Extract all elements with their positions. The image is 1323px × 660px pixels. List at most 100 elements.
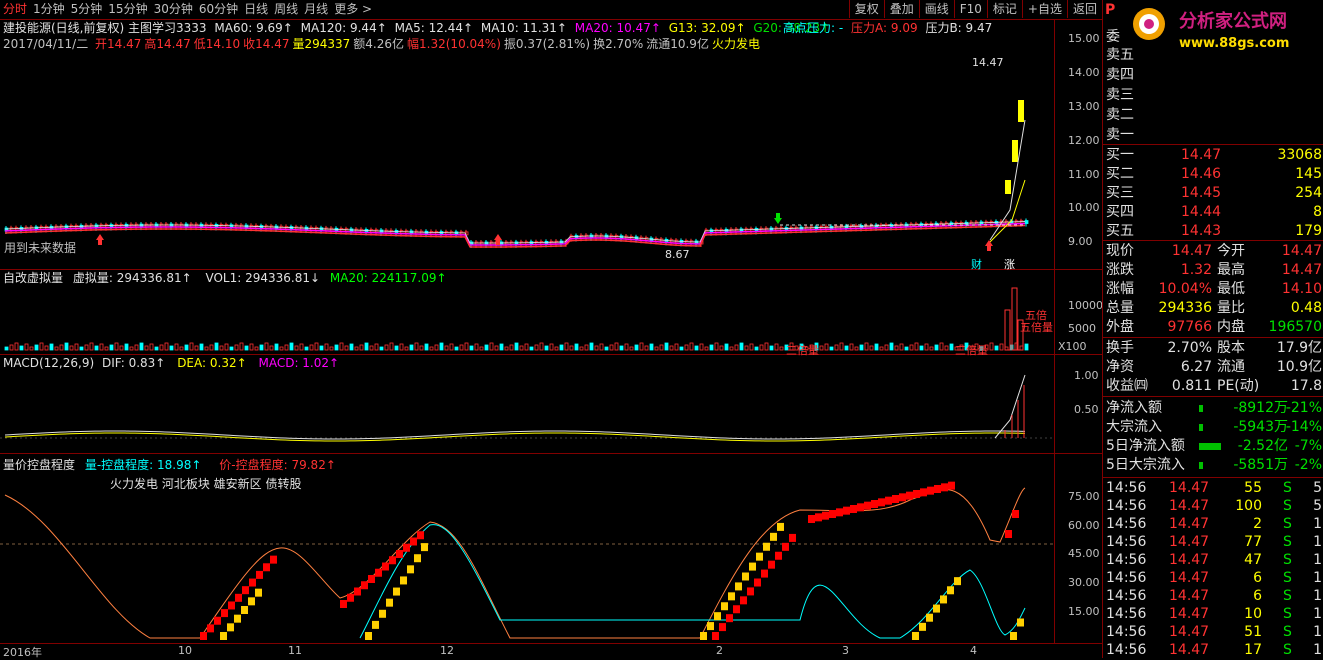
macd-axis-label: 0.50 (1074, 403, 1099, 416)
price-ctrl-block (906, 491, 913, 500)
period-tab-2[interactable]: 5分钟 (68, 0, 106, 19)
price-ctrl-block (214, 616, 221, 625)
tick-count: 1 (1313, 624, 1322, 640)
tick-count: 1 (1313, 588, 1322, 604)
volume-bar (509, 344, 514, 351)
buy-label: 买二 (1106, 166, 1134, 182)
period-tab-4[interactable]: 30分钟 (151, 0, 196, 19)
volume-bar (139, 342, 144, 351)
volume-bar (904, 346, 909, 351)
macd-dea-line (4, 432, 1026, 442)
price-ctrl-block (754, 578, 761, 587)
toolbar-button-4[interactable]: 标记 (986, 0, 1022, 18)
tick-row: 14:56 14.47 55 S 5 (1103, 479, 1323, 498)
rally-candle (1018, 100, 1024, 122)
volume-bar (629, 346, 634, 351)
volume-bar (379, 346, 384, 351)
volume-bar (264, 342, 269, 351)
period-tab-8[interactable]: 月线 (301, 0, 331, 19)
toolbar-button-0[interactable]: 复权 (848, 0, 884, 18)
flow-label: 大宗流入 (1106, 419, 1162, 435)
toolbar-button-2[interactable]: 画线 (918, 0, 954, 18)
flow-percent: -2% (1294, 457, 1322, 473)
flow-label: 净流入额 (1106, 400, 1162, 416)
vol-ctrl-block (940, 595, 947, 604)
period-tab-5[interactable]: 60分钟 (196, 0, 241, 19)
vol-ctrl-block (912, 632, 919, 640)
volume-bar (124, 343, 129, 351)
tick-price: 14.47 (1169, 570, 1210, 586)
price-ctrl-block (249, 578, 256, 587)
volume-bar (474, 343, 479, 351)
volume-bar (469, 345, 474, 351)
volume-bar (864, 342, 869, 351)
period-tab-7[interactable]: 周线 (271, 0, 301, 19)
volume-bar (259, 344, 264, 351)
vol-ctrl-block (255, 588, 262, 597)
sell-label: 卖一 (1106, 127, 1134, 143)
date-axis-label: 2 (716, 644, 723, 657)
stat-label: PE(动) (1217, 378, 1260, 394)
volume-bar (204, 346, 209, 351)
tick-side: S (1283, 606, 1292, 622)
virtual-volume: 虚拟量: 294336.81↑ (72, 271, 192, 285)
volume-bar (314, 342, 319, 351)
price-ctrl-block (857, 503, 864, 512)
tick-time: 14:56 (1106, 534, 1147, 550)
tick-volume: 2 (1253, 516, 1262, 532)
volume-bar (744, 345, 749, 351)
price-ctrl-block (808, 515, 815, 523)
date-axis-label: 11 (288, 644, 302, 657)
volume-bar (849, 343, 854, 351)
period-tab-6[interactable]: 日线 (241, 0, 271, 19)
stat-value: 0.48 (1290, 300, 1322, 316)
buy-price: 14.46 (1181, 166, 1222, 182)
period-tab-3[interactable]: 15分钟 (105, 0, 150, 19)
tick-volume: 51 (1244, 624, 1262, 640)
vol-ctrl-block (728, 592, 735, 601)
tick-side: S (1283, 624, 1292, 640)
stat2-row: 收益㈣ 0.811 PE(动) 17.8 (1103, 377, 1323, 396)
period-tab-1[interactable]: 1分钟 (30, 0, 68, 19)
volume-bar (549, 343, 554, 351)
sell-label: 卖二 (1106, 107, 1134, 123)
stat-label: 流通 (1217, 359, 1245, 375)
vol-ctrl-block (414, 554, 421, 563)
vol-ctrl-block (707, 622, 714, 631)
panel-separator (1103, 396, 1323, 397)
volume-bar (544, 345, 549, 351)
toolbar-button-3[interactable]: F10 (953, 0, 987, 18)
toolbar-button-6[interactable]: 返回 (1066, 0, 1102, 18)
price-ctrl-block (712, 632, 719, 640)
toolbar-button-5[interactable]: +自选 (1021, 0, 1067, 18)
volume-bar (769, 345, 774, 351)
buy-label: 买一 (1106, 147, 1134, 163)
volume-bar (689, 342, 694, 351)
price-ctrl-block (878, 498, 885, 507)
volume-bar (384, 344, 389, 351)
toolbar-button-1[interactable]: 叠加 (883, 0, 919, 18)
buy-price: 14.47 (1181, 147, 1222, 163)
stat-value: 2.70% (1167, 340, 1212, 356)
price-ctrl-block (850, 505, 857, 513)
volume-bar (289, 342, 294, 351)
volume-bar (889, 342, 894, 351)
period-tab-0[interactable]: 分时 (0, 0, 30, 19)
volume-bar (914, 342, 919, 351)
price-control: 价-控盘程度: 79.82↑ (219, 458, 336, 472)
volume-bar (214, 342, 219, 351)
volume-bar (459, 344, 464, 351)
period-tab-9[interactable]: 更多 > (331, 0, 375, 19)
volume-bar (604, 346, 609, 351)
volume-bar (859, 344, 864, 351)
buy-label: 买五 (1106, 223, 1134, 239)
buy-label: 买四 (1106, 204, 1134, 220)
price-ctrl-block (396, 550, 403, 558)
stat-value: 10.9亿 (1276, 359, 1322, 375)
price-ctrl-block (207, 624, 214, 633)
stat2-row: 净资 6.27 流通 10.9亿 (1103, 358, 1323, 377)
flow-value: -5943万 (1233, 419, 1288, 435)
vol-ctrl-block (220, 632, 227, 640)
volume-bar (679, 346, 684, 351)
tick-count: 5 (1313, 480, 1322, 496)
